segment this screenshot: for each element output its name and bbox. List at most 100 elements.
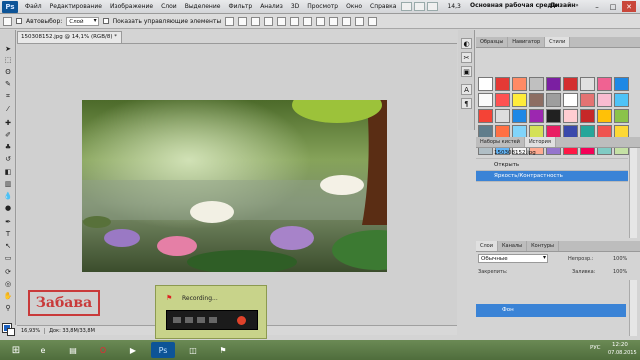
paragraph-panel-icon[interactable]: ¶ — [461, 98, 472, 109]
pen-tool-icon[interactable]: ✒ — [3, 217, 13, 226]
style-swatch[interactable] — [495, 109, 510, 123]
align-center-icon[interactable] — [277, 16, 287, 26]
style-swatch[interactable] — [580, 93, 595, 107]
tab-brush-presets[interactable]: Наборы кистей — [476, 137, 525, 147]
menu-select[interactable]: Выделение — [181, 3, 225, 10]
align-right-icon[interactable] — [290, 16, 300, 26]
zoom-level-field[interactable]: 16,93% — [17, 327, 46, 334]
tab-navigator[interactable]: Навигатор — [508, 37, 546, 47]
style-swatch[interactable] — [478, 109, 493, 123]
style-swatch[interactable] — [495, 93, 510, 107]
style-swatch[interactable] — [478, 77, 493, 91]
masks-panel-icon[interactable]: ▣ — [461, 66, 472, 77]
align-middle-icon[interactable] — [238, 16, 248, 26]
menu-analysis[interactable]: Анализ — [256, 3, 287, 10]
history-brush-tool-icon[interactable]: ↺ — [3, 154, 13, 163]
tab-channels[interactable]: Каналы — [498, 241, 528, 251]
blend-mode-dropdown[interactable]: Обычные — [478, 254, 548, 263]
workspace-more-icon[interactable]: » — [575, 2, 579, 9]
marquee-tool-icon[interactable]: ⬚ — [3, 55, 13, 64]
style-swatch[interactable] — [546, 77, 561, 91]
3d-orbit-tool-icon[interactable]: ◎ — [3, 279, 13, 288]
history-item-open[interactable]: Открыть — [476, 160, 628, 171]
menu-3d[interactable]: 3D — [287, 3, 303, 10]
character-panel-icon[interactable]: A — [461, 84, 472, 95]
clone-stamp-tool-icon[interactable]: ♣ — [3, 142, 13, 151]
eraser-tool-icon[interactable]: ◧ — [3, 167, 13, 176]
distribute-middle-icon[interactable] — [316, 16, 326, 26]
menu-edit[interactable]: Редактирование — [46, 3, 106, 10]
taskbar-ie-icon[interactable]: e — [31, 342, 55, 358]
auto-align-icon[interactable] — [368, 16, 378, 26]
gradient-tool-icon[interactable]: ▥ — [3, 179, 13, 188]
style-swatch[interactable] — [597, 77, 612, 91]
layers-scrollbar[interactable] — [629, 280, 637, 336]
move-tool-icon[interactable]: ➤ — [3, 44, 13, 53]
type-tool-icon[interactable]: T — [3, 229, 13, 238]
layer-background[interactable]: Фон — [476, 304, 626, 317]
style-swatch[interactable] — [546, 109, 561, 123]
history-item-brightness-contrast[interactable]: Яркость/Контрастность — [476, 171, 628, 182]
minibridge-button[interactable] — [414, 2, 426, 11]
menu-image[interactable]: Изображение — [106, 3, 157, 10]
taskbar-explorer-icon[interactable]: ▤ — [61, 342, 85, 358]
dodge-tool-icon[interactable]: ● — [3, 203, 13, 212]
style-swatch[interactable] — [529, 109, 544, 123]
autoselect-checkbox[interactable] — [16, 18, 22, 24]
style-swatch[interactable] — [512, 109, 527, 123]
style-swatch[interactable] — [512, 77, 527, 91]
history-snapshot[interactable]: 150308152.jpg — [476, 148, 628, 159]
taskbar-media-icon[interactable]: ▶ — [121, 342, 145, 358]
restore-button[interactable]: □ — [606, 1, 620, 12]
clock-time[interactable]: 12:20 — [612, 342, 628, 348]
menu-view[interactable]: Просмотр — [303, 3, 342, 10]
align-left-icon[interactable] — [264, 16, 274, 26]
brush-tool-icon[interactable]: ✐ — [3, 130, 13, 139]
taskbar-photoshop-icon[interactable]: Ps — [151, 342, 175, 358]
align-top-icon[interactable] — [225, 16, 235, 26]
style-swatch[interactable] — [529, 77, 544, 91]
taskbar-opera-icon[interactable]: O — [91, 342, 115, 358]
menu-file[interactable]: Файл — [21, 3, 46, 10]
style-swatch[interactable] — [478, 93, 493, 107]
tab-paths[interactable]: Контуры — [527, 241, 559, 251]
hand-tool-icon[interactable]: ✋ — [3, 291, 13, 300]
move-tool-icon[interactable] — [3, 16, 12, 26]
style-swatch[interactable] — [495, 77, 510, 91]
style-swatch[interactable] — [512, 93, 527, 107]
style-swatch[interactable] — [563, 77, 578, 91]
menu-layers[interactable]: Слои — [157, 3, 181, 10]
lasso-tool-icon[interactable]: ʘ — [3, 67, 13, 76]
style-swatch[interactable] — [614, 109, 629, 123]
close-button[interactable]: ✕ — [622, 1, 636, 12]
tab-layers[interactable]: Слои — [476, 241, 498, 251]
show-controls-checkbox[interactable] — [102, 18, 109, 24]
healing-brush-tool-icon[interactable]: ✚ — [3, 118, 13, 127]
taskbar-app-icon[interactable]: ◫ — [181, 342, 205, 358]
minimize-button[interactable]: – — [590, 1, 604, 12]
document-tab[interactable]: 150308152.jpg @ 14,1% (RGB/8) * — [17, 31, 122, 43]
hand-tool-button[interactable] — [427, 2, 439, 11]
recorder-webcam-icon[interactable] — [185, 317, 193, 323]
distribute-left-icon[interactable] — [342, 16, 352, 26]
blur-tool-icon[interactable]: 💧 — [3, 191, 13, 200]
style-swatch[interactable] — [597, 109, 612, 123]
style-swatch[interactable] — [597, 93, 612, 107]
style-swatch[interactable] — [563, 109, 578, 123]
style-swatch[interactable] — [614, 93, 629, 107]
zoom-tool-icon[interactable]: ⚲ — [3, 303, 13, 312]
recorder-pause-icon[interactable] — [209, 317, 217, 323]
menu-window[interactable]: Окно — [342, 3, 366, 10]
menu-help[interactable]: Справка — [366, 3, 400, 10]
path-select-tool-icon[interactable]: ↖ — [3, 241, 13, 250]
distribute-top-icon[interactable] — [303, 16, 313, 26]
style-swatch[interactable] — [563, 93, 578, 107]
tab-swatches[interactable]: Образцы — [476, 37, 509, 47]
shape-tool-icon[interactable]: ▭ — [3, 253, 13, 262]
distribute-bottom-icon[interactable] — [329, 16, 339, 26]
background-color-swatch[interactable] — [7, 328, 15, 336]
opacity-value[interactable]: 100% — [613, 256, 627, 262]
zoom-level-menu[interactable]: 14,3 — [447, 3, 460, 10]
color-panel-icon[interactable]: ◐ — [461, 38, 472, 49]
distribute-right-icon[interactable] — [355, 16, 365, 26]
